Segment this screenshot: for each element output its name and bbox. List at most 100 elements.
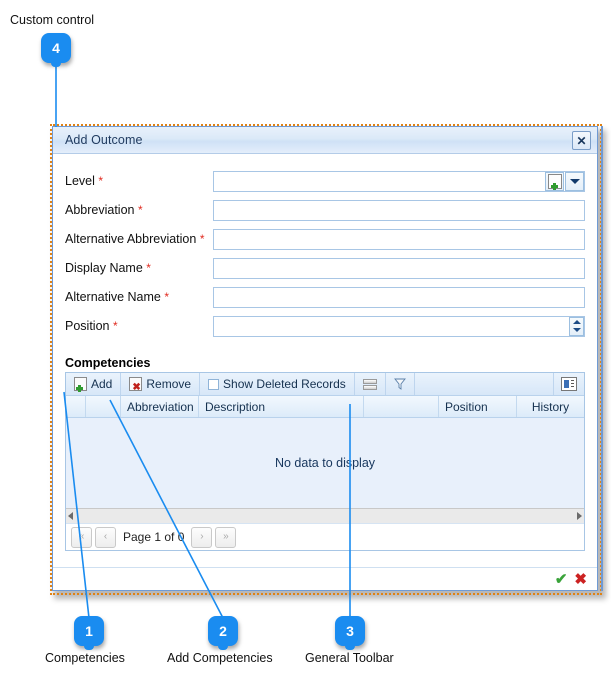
callout-label-add-competencies: Add Competencies [167, 651, 273, 665]
dialog-right-edge-line [601, 126, 603, 591]
alternative-abbreviation-input[interactable] [213, 228, 585, 250]
grid-col-spare[interactable] [364, 396, 439, 417]
field-row-alternative-abbreviation: Alternative Abbreviation * [65, 228, 585, 250]
add-outcome-dialog: Add Outcome ✕ Level * Abbreviation * Alt… [52, 126, 603, 591]
control-alternative-abbreviation [213, 228, 585, 250]
position-spinner[interactable] [569, 316, 584, 336]
pager-prev-button[interactable]: ‹ [95, 526, 116, 548]
grid-empty-text: No data to display [274, 456, 376, 470]
callout-badge-1[interactable]: 1 [74, 616, 104, 650]
spinner-down-icon[interactable] [572, 328, 581, 333]
abbreviation-input[interactable] [213, 199, 585, 221]
position-input[interactable] [213, 315, 585, 337]
spinner-up-icon[interactable] [572, 319, 581, 324]
control-level [213, 170, 585, 192]
outcome-form: Level * Abbreviation * Alternative Abbre… [53, 154, 597, 350]
field-row-abbreviation: Abbreviation * [65, 199, 585, 221]
competencies-grid: Add ✖ Remove Show Deleted Records Abbrev… [65, 372, 585, 551]
label-position: Position * [65, 319, 213, 333]
grid-col-description[interactable]: Description [199, 396, 364, 417]
label-alternative-name: Alternative Name * [65, 290, 213, 304]
callout-badge-3[interactable]: 3 [335, 616, 365, 650]
toolbar-spacer [415, 373, 554, 395]
add-icon [74, 377, 87, 392]
field-row-alternative-name: Alternative Name * [65, 286, 585, 308]
new-document-icon [547, 173, 562, 190]
pager-next-button[interactable]: › [191, 526, 213, 548]
filter-button[interactable] [386, 373, 415, 395]
checkbox-icon[interactable] [208, 378, 220, 390]
required-marker: * [146, 261, 151, 275]
new-document-button[interactable] [545, 171, 564, 191]
column-chooser-icon [362, 378, 377, 390]
dialog-footer: ✔ ✖ [53, 567, 597, 590]
pager-page-text: Page 1 of 0 [123, 530, 185, 544]
pager-last-button[interactable]: » [215, 526, 237, 548]
required-marker: * [112, 319, 118, 333]
field-row-level: Level * [65, 170, 585, 192]
column-chooser-button[interactable] [355, 373, 386, 395]
scroll-right-icon[interactable] [577, 512, 582, 520]
control-position [213, 315, 585, 337]
cancel-button[interactable]: ✖ [574, 572, 587, 587]
add-button-label: Add [91, 377, 113, 391]
add-button[interactable]: Add [66, 373, 122, 395]
detail-layout-button[interactable] [554, 373, 584, 395]
label-abbreviation: Abbreviation * [65, 203, 213, 217]
control-alternative-name [213, 286, 585, 308]
label-display-name-text: Display Name [65, 261, 143, 275]
dialog-titlebar: Add Outcome ✕ [53, 127, 597, 154]
ok-button[interactable]: ✔ [555, 572, 568, 587]
show-deleted-records-label: Show Deleted Records [223, 377, 346, 391]
label-alternative-name-text: Alternative Name [65, 290, 161, 304]
remove-icon: ✖ [129, 377, 143, 393]
competencies-section-title: Competencies [65, 356, 151, 370]
level-input[interactable] [213, 170, 585, 192]
callout-badge-4[interactable]: 4 [41, 33, 71, 67]
label-display-name: Display Name * [65, 261, 213, 275]
callout-badge-2[interactable]: 2 [208, 616, 238, 650]
pager-first-button[interactable]: « [71, 526, 92, 548]
label-alternative-abbreviation-text: Alternative Abbreviation [65, 232, 197, 246]
callout-label-general-toolbar: General Toolbar [305, 651, 394, 665]
required-marker: * [199, 232, 205, 246]
label-position-text: Position [65, 319, 110, 333]
alternative-name-input[interactable] [213, 286, 585, 308]
callout-label-custom-control: Custom control [10, 13, 95, 27]
grid-col-indicator[interactable] [66, 396, 86, 417]
grid-header-row: Abbreviation Description Position Histor… [66, 396, 584, 418]
label-alternative-abbreviation: Alternative Abbreviation * [65, 232, 213, 246]
chevron-down-icon [569, 178, 580, 184]
show-deleted-records-toggle[interactable]: Show Deleted Records [200, 373, 355, 395]
dialog-title: Add Outcome [65, 133, 143, 147]
field-row-display-name: Display Name * [65, 257, 585, 279]
grid-pager: « ‹ Page 1 of 0 › » [66, 523, 584, 550]
grid-horizontal-scrollbar[interactable] [66, 508, 584, 523]
callout-label-competencies: Competencies [45, 651, 125, 665]
grid-col-blank[interactable] [86, 396, 121, 417]
level-dropdown-button[interactable] [565, 171, 584, 191]
grid-col-position[interactable]: Position [439, 396, 517, 417]
level-lookup-buttons [544, 171, 584, 191]
scroll-left-icon[interactable] [68, 512, 73, 520]
close-icon[interactable]: ✕ [572, 131, 591, 150]
label-level: Level * [65, 174, 213, 188]
grid-empty-area: No data to display [66, 418, 584, 508]
control-display-name [213, 257, 585, 279]
label-level-text: Level [65, 174, 95, 188]
remove-button[interactable]: ✖ Remove [121, 373, 201, 395]
detail-layout-icon [561, 377, 577, 391]
filter-funnel-icon [393, 378, 406, 390]
grid-col-history[interactable]: History [517, 396, 584, 417]
dialog-body: Level * Abbreviation * Alternative Abbre… [53, 154, 597, 567]
field-row-position: Position * [65, 315, 585, 337]
required-marker: * [98, 174, 104, 188]
label-abbreviation-text: Abbreviation [65, 203, 135, 217]
required-marker: * [137, 203, 143, 217]
competencies-toolbar: Add ✖ Remove Show Deleted Records [66, 373, 584, 396]
required-marker: * [164, 290, 170, 304]
remove-button-label: Remove [146, 377, 192, 391]
display-name-input[interactable] [213, 257, 585, 279]
control-abbreviation [213, 199, 585, 221]
grid-col-abbreviation[interactable]: Abbreviation [121, 396, 199, 417]
